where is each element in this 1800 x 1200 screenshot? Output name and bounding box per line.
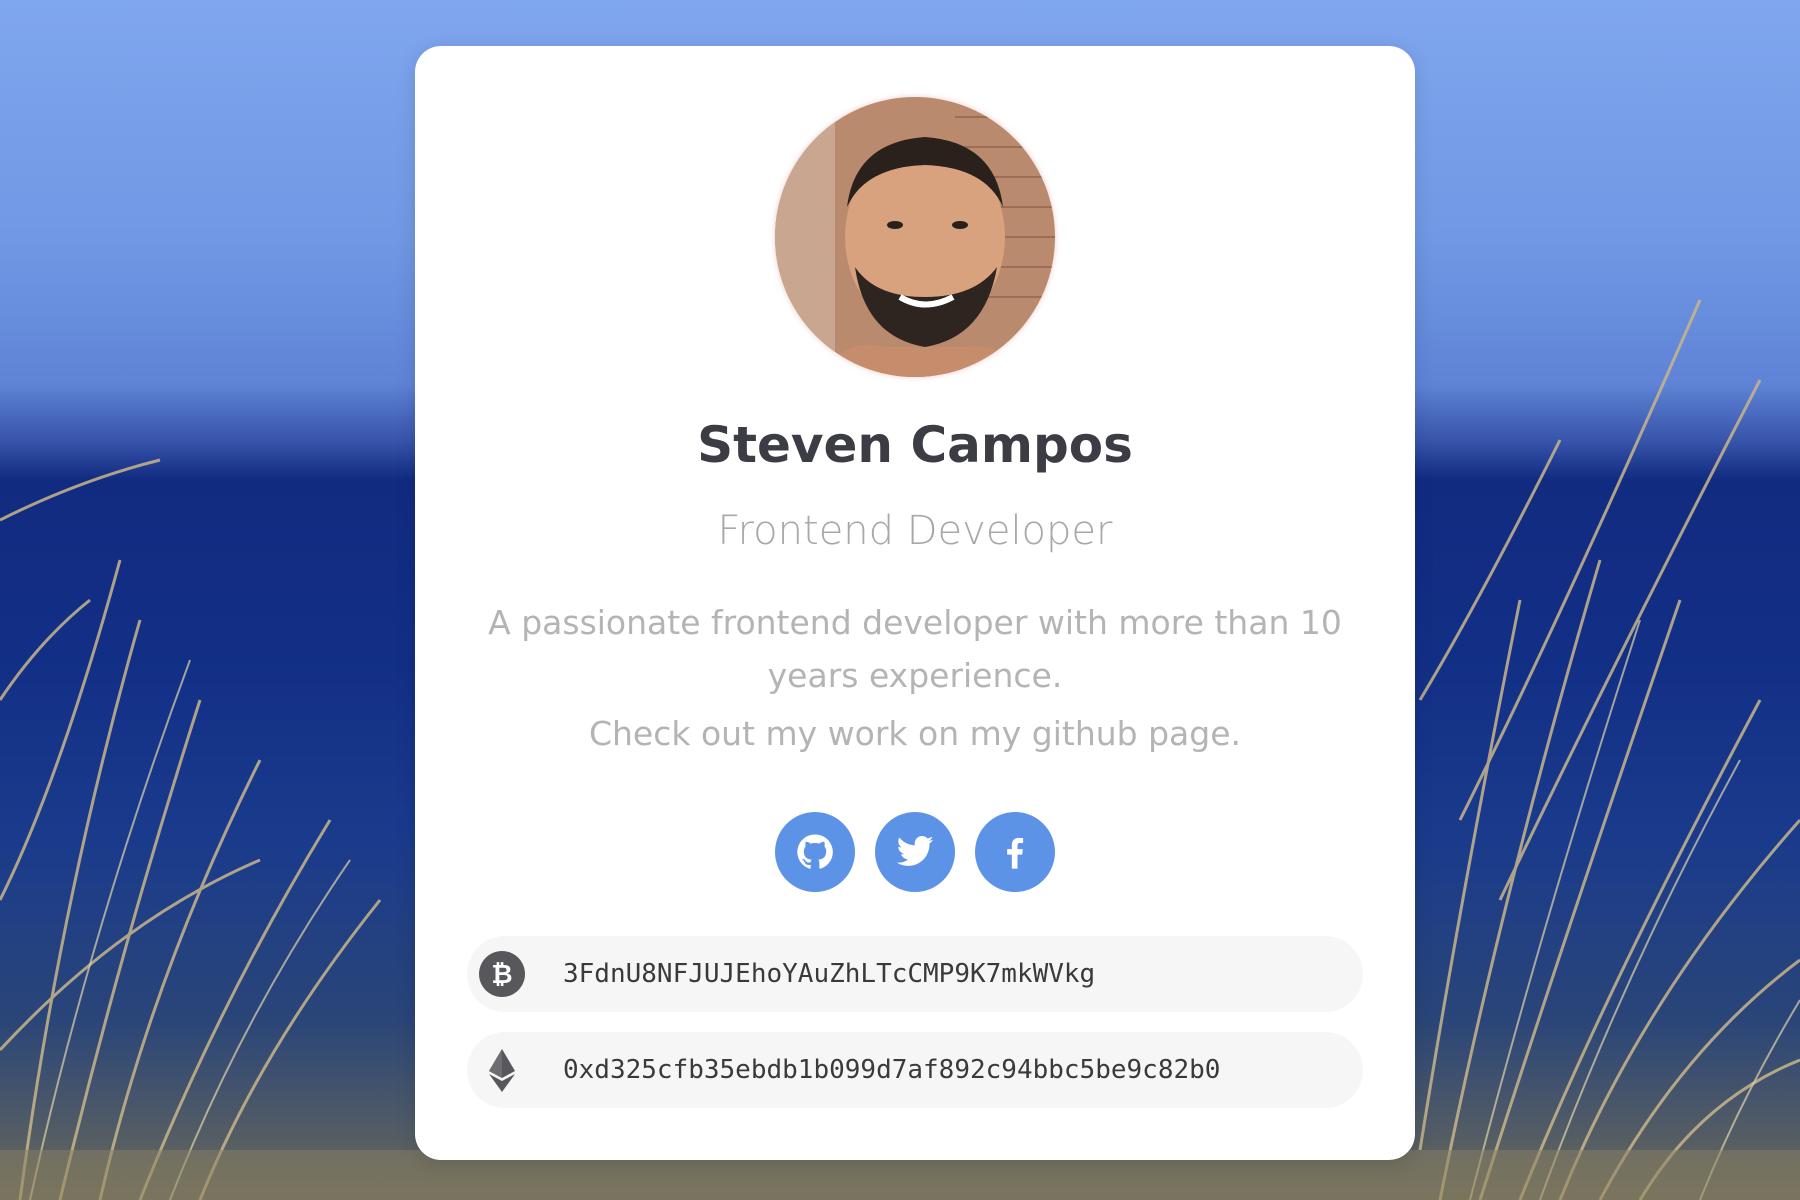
twitter-button[interactable] (875, 812, 955, 892)
svg-text:₿: ₿ (491, 960, 512, 990)
facebook-button[interactable] (975, 812, 1055, 892)
profile-card: Steven Campos Frontend Developer A passi… (415, 46, 1415, 1160)
twitter-icon (896, 836, 934, 866)
profile-bio-secondary: Check out my work on my github page. (588, 714, 1242, 753)
profile-name: Steven Campos (697, 416, 1133, 474)
bitcoin-address[interactable]: 3FdnU8NFJUJEhoYAuZhLTcCMP9K7mkWVkg (563, 936, 1095, 1012)
avatar (775, 97, 1055, 377)
bitcoin-wallet[interactable]: ₿ 3FdnU8NFJUJEhoYAuZhLTcCMP9K7mkWVkg (467, 936, 1363, 1012)
facebook-icon (1007, 837, 1024, 869)
social-links (415, 812, 1415, 892)
profile-role: Frontend Developer (717, 508, 1113, 554)
ethereum-icon (489, 1049, 515, 1092)
avatar-photo (775, 97, 1055, 377)
ethereum-wallet[interactable]: 0xd325cfb35ebdb1b099d7af892c94bbc5be9c82… (467, 1032, 1363, 1108)
bitcoin-icon: ₿ (479, 951, 525, 997)
github-button[interactable] (775, 812, 855, 892)
profile-bio: A passionate frontend developer with mor… (488, 603, 1342, 695)
ethereum-address[interactable]: 0xd325cfb35ebdb1b099d7af892c94bbc5be9c82… (563, 1032, 1220, 1108)
github-icon (797, 834, 833, 869)
